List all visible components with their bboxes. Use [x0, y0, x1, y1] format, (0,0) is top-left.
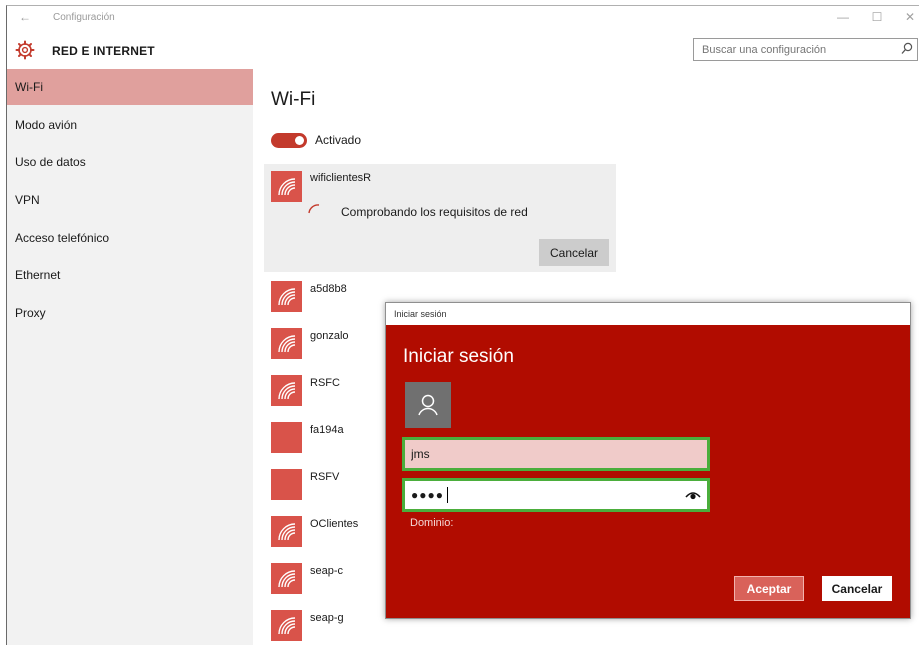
username-field-frame	[402, 437, 710, 471]
active-network-name: wificlientesR	[310, 172, 372, 184]
cancel-button[interactable]: Cancelar	[822, 576, 892, 601]
user-icon	[405, 382, 451, 428]
wifi-icon	[271, 563, 302, 594]
cancel-connection-button[interactable]: Cancelar	[539, 239, 609, 266]
page-title: Wi-Fi	[271, 89, 316, 110]
wifi-icon	[271, 516, 302, 547]
network-name[interactable]: seap-c	[310, 565, 343, 577]
wifi-icon	[271, 375, 302, 406]
domain-label: Dominio:	[410, 517, 454, 529]
network-name[interactable]: fa194a	[310, 424, 344, 436]
close-button[interactable]: ✕	[900, 10, 919, 24]
network-tile-icon	[271, 422, 302, 453]
password-input[interactable]	[405, 481, 707, 509]
toggle-knob	[295, 136, 304, 145]
dialog-window-title: Iniciar sesión	[394, 309, 447, 319]
title-bar: ← Configuración — ☐ ✕	[7, 6, 919, 32]
dialog-heading: Iniciar sesión	[403, 346, 514, 367]
accept-button[interactable]: Aceptar	[734, 576, 804, 601]
wifi-icon	[271, 328, 302, 359]
network-name[interactable]: a5d8b8	[310, 283, 347, 295]
network-name[interactable]: gonzalo	[310, 330, 349, 342]
dialog-title-bar: Iniciar sesión	[386, 303, 910, 325]
connection-status: Comprobando los requisitos de red	[341, 205, 528, 219]
maximize-button[interactable]: ☐	[867, 10, 887, 24]
password-field-frame	[402, 478, 710, 512]
loading-spinner-icon	[308, 204, 320, 214]
network-name[interactable]: seap-g	[310, 612, 344, 624]
wifi-icon	[271, 610, 302, 641]
window-title: Configuración	[53, 12, 115, 23]
sidebar: Wi-Fi Modo avión Uso de datos VPN Acceso…	[7, 69, 253, 645]
username-input[interactable]	[405, 440, 707, 468]
section-title: RED E INTERNET	[52, 44, 155, 58]
eye-icon[interactable]	[685, 489, 701, 501]
page-header: RED E INTERNET	[7, 34, 919, 70]
search-box[interactable]	[693, 38, 918, 61]
sidebar-item-wifi[interactable]: Wi-Fi	[7, 69, 253, 105]
sidebar-item-data-usage[interactable]: Uso de datos	[7, 144, 253, 180]
sidebar-item-airplane-mode[interactable]: Modo avión	[7, 107, 253, 143]
gear-icon	[15, 40, 35, 60]
minimize-button[interactable]: —	[833, 10, 853, 24]
search-icon[interactable]	[901, 42, 913, 56]
network-name[interactable]: RSFC	[310, 377, 340, 389]
sidebar-item-ethernet[interactable]: Ethernet	[7, 257, 253, 293]
search-input[interactable]	[694, 39, 884, 60]
sidebar-item-vpn[interactable]: VPN	[7, 182, 253, 218]
wifi-toggle[interactable]	[271, 133, 307, 148]
back-arrow-icon[interactable]: ←	[19, 10, 31, 24]
wifi-icon	[271, 281, 302, 312]
network-tile-icon	[271, 469, 302, 500]
network-name[interactable]: OClientes	[310, 518, 358, 530]
network-name[interactable]: RSFV	[310, 471, 339, 483]
sidebar-item-proxy[interactable]: Proxy	[7, 295, 253, 331]
wifi-icon	[271, 171, 302, 202]
text-caret	[447, 487, 448, 503]
sidebar-item-dial-up[interactable]: Acceso telefónico	[7, 220, 253, 256]
sign-in-dialog: Iniciar sesión Iniciar sesión Dominio: A…	[385, 302, 911, 619]
wifi-toggle-label: Activado	[315, 133, 362, 147]
